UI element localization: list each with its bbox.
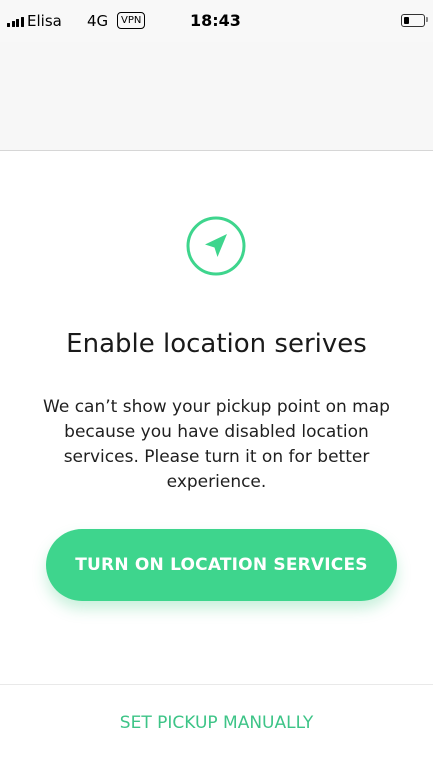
- turn-on-location-button[interactable]: TURN ON LOCATION SERVICES: [46, 529, 397, 601]
- battery-icon: [401, 14, 425, 27]
- status-time: 18:43: [190, 11, 241, 30]
- set-pickup-manually-button[interactable]: SET PICKUP MANUALLY: [0, 699, 433, 747]
- prompt-message: We can’t show your pickup point on map b…: [43, 397, 390, 492]
- status-bar: Elisa 4G VPN 18:43: [0, 0, 433, 42]
- network-type: 4G: [87, 12, 109, 30]
- vpn-badge: VPN: [117, 12, 146, 29]
- signal-strength-icon: [7, 17, 24, 27]
- battery-level: [404, 17, 409, 24]
- navigation-header: [0, 42, 433, 151]
- location-prompt-card: Enable location serives We can’t show yo…: [0, 151, 433, 763]
- carrier-name: Elisa: [27, 12, 62, 30]
- prompt-title: Enable location serives: [66, 329, 367, 359]
- battery-tip: [426, 17, 428, 22]
- divider: [0, 684, 433, 685]
- navigation-arrow-icon: [186, 216, 246, 276]
